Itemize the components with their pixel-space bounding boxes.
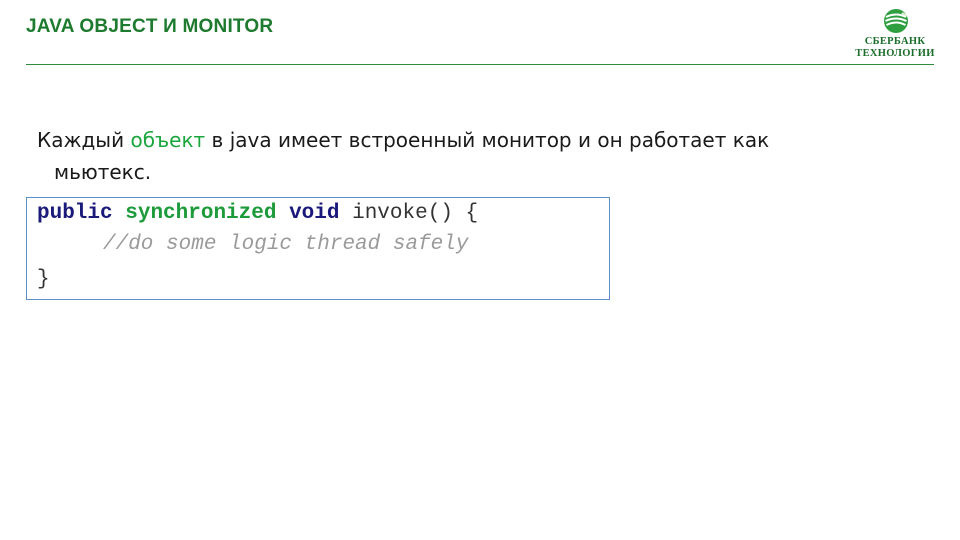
body-paragraph: Каждый объект в java имеет встроенный мо… xyxy=(37,124,877,188)
code-keyword-public: public xyxy=(37,202,113,225)
logo-text-line1: СБЕРБАНК xyxy=(864,36,926,47)
code-keyword-synchronized: synchronized xyxy=(125,202,277,225)
logo-text-line2: ТЕХНОЛОГИИ xyxy=(855,48,935,59)
sberbank-technologies-logo: СБЕРБАНК ТЕХНОЛОГИИ xyxy=(848,6,942,62)
code-block: public synchronized void invoke() { //do… xyxy=(26,197,610,300)
code-method-signature: invoke() { xyxy=(339,202,479,225)
paragraph-text-start: Каждый xyxy=(37,128,131,152)
paragraph-continuation: мьютекс. xyxy=(54,160,152,184)
code-keyword-void: void xyxy=(289,202,340,225)
header-divider xyxy=(26,64,934,65)
code-closing-brace: } xyxy=(37,268,50,291)
sberbank-logo-icon xyxy=(884,9,908,33)
code-comment-line: //do some logic thread safely xyxy=(103,233,469,256)
paragraph-highlight: объект xyxy=(130,128,206,152)
slide-title: JAVA OBJECT И MONITOR xyxy=(26,16,274,37)
code-line-1: public synchronized void invoke() { xyxy=(37,202,478,225)
paragraph-text-end: в java имеет встроенный монитор и он раб… xyxy=(205,128,770,152)
